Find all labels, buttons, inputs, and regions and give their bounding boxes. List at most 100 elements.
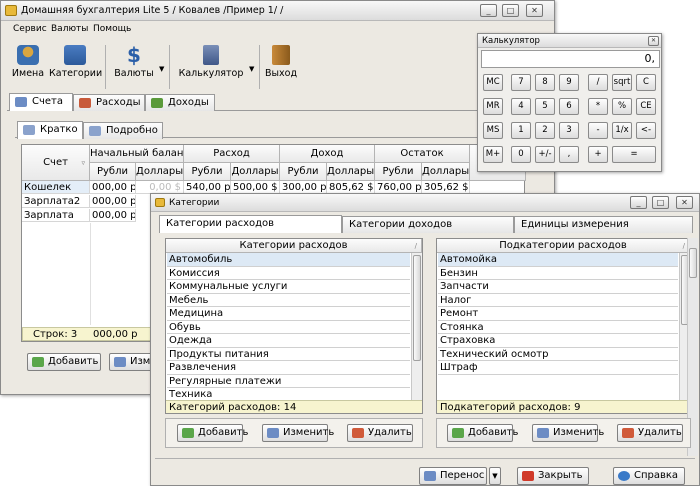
- calc-key-minus[interactable]: -: [588, 122, 608, 139]
- delete-category-button[interactable]: Удалить: [347, 424, 413, 442]
- tab-brief[interactable]: Кратко: [17, 121, 83, 139]
- maximize-button[interactable]: □: [652, 196, 669, 209]
- tab-expenses[interactable]: Расходы: [73, 94, 145, 111]
- calc-key-3[interactable]: 3: [559, 122, 579, 139]
- col-header-rub[interactable]: Рубли: [375, 163, 422, 181]
- calc-key-4[interactable]: 4: [511, 98, 531, 115]
- list-item[interactable]: Медицина: [167, 307, 410, 321]
- edit-subcategory-button[interactable]: Изменить: [532, 424, 604, 442]
- list-item[interactable]: Штраф: [438, 361, 678, 375]
- edit-account-button[interactable]: Изме: [109, 353, 155, 371]
- list-item[interactable]: Налог: [438, 294, 678, 307]
- calc-key-sqrt[interactable]: sqrt: [612, 74, 632, 91]
- calc-key-5[interactable]: 5: [535, 98, 555, 115]
- calc-key-c[interactable]: C: [636, 74, 656, 91]
- list-item[interactable]: Страховка: [438, 334, 678, 348]
- calc-key-reciprocal[interactable]: 1/x: [612, 122, 632, 139]
- calc-key-0[interactable]: 0: [511, 146, 531, 163]
- categories-title-bar[interactable]: Категории: [151, 194, 699, 212]
- table-row-account-name[interactable]: Зарплата: [22, 209, 90, 222]
- list-item[interactable]: Коммунальные услуги: [167, 280, 410, 294]
- calculator-close-button[interactable]: ✕: [648, 36, 659, 46]
- main-title-bar[interactable]: Домашняя бухгалтерия Lite 5 / Ковалев /П…: [1, 1, 554, 21]
- list-item[interactable]: Регулярные платежи: [167, 375, 410, 388]
- calc-key-ce[interactable]: CE: [636, 98, 656, 115]
- table-row-account-name[interactable]: Кошелек: [22, 181, 90, 194]
- minimize-button[interactable]: _: [480, 4, 497, 17]
- list-item[interactable]: Развлечения: [167, 361, 410, 375]
- scroll-thumb[interactable]: [413, 255, 421, 361]
- calculator-title-bar[interactable]: Калькулятор: [478, 34, 661, 48]
- calc-key-mc[interactable]: MC: [483, 74, 503, 91]
- delete-subcategory-button[interactable]: Удалить: [617, 424, 683, 442]
- list-item[interactable]: Обувь: [167, 321, 410, 334]
- scroll-thumb[interactable]: [689, 248, 697, 278]
- table-cell[interactable]: 000,00 р: [90, 195, 136, 208]
- calc-key-8[interactable]: 8: [535, 74, 555, 91]
- tab-units[interactable]: Единицы измерения: [514, 216, 693, 233]
- col-header-usd[interactable]: Доллары: [231, 163, 280, 181]
- tab-expense-categories[interactable]: Категории расходов: [159, 215, 342, 233]
- add-subcategory-button[interactable]: Добавить: [447, 424, 518, 442]
- list-item[interactable]: Продукты питания: [167, 348, 410, 361]
- calc-key-backspace[interactable]: <-: [636, 122, 656, 139]
- calc-key-divide[interactable]: /: [588, 74, 608, 91]
- calc-key-mplus[interactable]: M+: [483, 146, 503, 163]
- list-item[interactable]: Бензин: [438, 267, 678, 280]
- currencies-dropdown-arrow[interactable]: ▼: [159, 65, 164, 73]
- tab-accounts[interactable]: Счета: [9, 93, 73, 111]
- list-item[interactable]: Запчасти: [438, 280, 678, 294]
- calc-key-6[interactable]: 6: [559, 98, 579, 115]
- transfer-button[interactable]: Перенос: [419, 467, 487, 485]
- list-item[interactable]: Автомобиль: [167, 253, 410, 267]
- list-item[interactable]: Ремонт: [438, 307, 678, 321]
- calc-key-plus[interactable]: +: [588, 146, 608, 163]
- help-button[interactable]: Справка: [613, 467, 685, 485]
- maximize-button[interactable]: □: [502, 4, 519, 17]
- close-button[interactable]: ✕: [526, 4, 543, 17]
- close-button[interactable]: ✕: [676, 196, 693, 209]
- list-item[interactable]: Одежда: [167, 334, 410, 348]
- tab-detailed[interactable]: Подробно: [83, 122, 163, 139]
- calc-key-7[interactable]: 7: [511, 74, 531, 91]
- expense-list-scrollbar[interactable]: [411, 253, 422, 400]
- calc-key-multiply[interactable]: *: [588, 98, 608, 115]
- calc-key-ms[interactable]: MS: [483, 122, 503, 139]
- edit-category-button[interactable]: Изменить: [262, 424, 334, 442]
- add-category-button[interactable]: Добавить: [177, 424, 248, 442]
- calculator-button[interactable]: Калькулятор: [177, 45, 245, 80]
- col-header-usd[interactable]: Доллары: [136, 163, 184, 181]
- menu-service[interactable]: Сервис: [13, 24, 47, 34]
- calc-key-1[interactable]: 1: [511, 122, 531, 139]
- calc-key-sign[interactable]: +/-: [535, 146, 555, 163]
- transfer-dropdown-button[interactable]: ▼: [489, 467, 501, 485]
- list-item[interactable]: Технический осмотр: [438, 348, 678, 361]
- tab-income-categories[interactable]: Категории доходов: [342, 216, 514, 233]
- categories-button[interactable]: Категории: [49, 45, 102, 80]
- col-header-rub[interactable]: Рубли: [280, 163, 327, 181]
- menu-help[interactable]: Помощь: [93, 24, 131, 34]
- calculator-dropdown-arrow[interactable]: ▼: [249, 65, 254, 73]
- list-item[interactable]: Комиссия: [167, 267, 410, 280]
- list-item[interactable]: Автомойка: [438, 253, 678, 267]
- names-button[interactable]: Имена: [9, 45, 47, 80]
- close-dialog-button[interactable]: Закрыть: [517, 467, 589, 485]
- col-header-usd[interactable]: Доллары: [422, 163, 470, 181]
- add-account-button[interactable]: Добавить: [27, 353, 101, 371]
- calc-key-equals[interactable]: =: [612, 146, 656, 163]
- menu-currencies[interactable]: Валюты: [51, 24, 88, 34]
- calc-key-percent[interactable]: %: [612, 98, 632, 115]
- list-item[interactable]: Мебель: [167, 294, 410, 307]
- calc-key-9[interactable]: 9: [559, 74, 579, 91]
- col-header-rub[interactable]: Рубли: [90, 163, 136, 181]
- calc-key-mr[interactable]: MR: [483, 98, 503, 115]
- calc-key-decimal[interactable]: ,: [559, 146, 579, 163]
- currencies-button[interactable]: $ Валюты: [111, 45, 157, 80]
- table-cell[interactable]: 000,00 р: [90, 209, 136, 222]
- col-header-rub[interactable]: Рубли: [184, 163, 231, 181]
- table-cell[interactable]: 000,00 р: [90, 181, 136, 194]
- col-header-account[interactable]: Счет ▿: [22, 145, 90, 181]
- exit-button[interactable]: Выход: [265, 45, 297, 80]
- minimize-button[interactable]: _: [630, 196, 647, 209]
- calc-key-2[interactable]: 2: [535, 122, 555, 139]
